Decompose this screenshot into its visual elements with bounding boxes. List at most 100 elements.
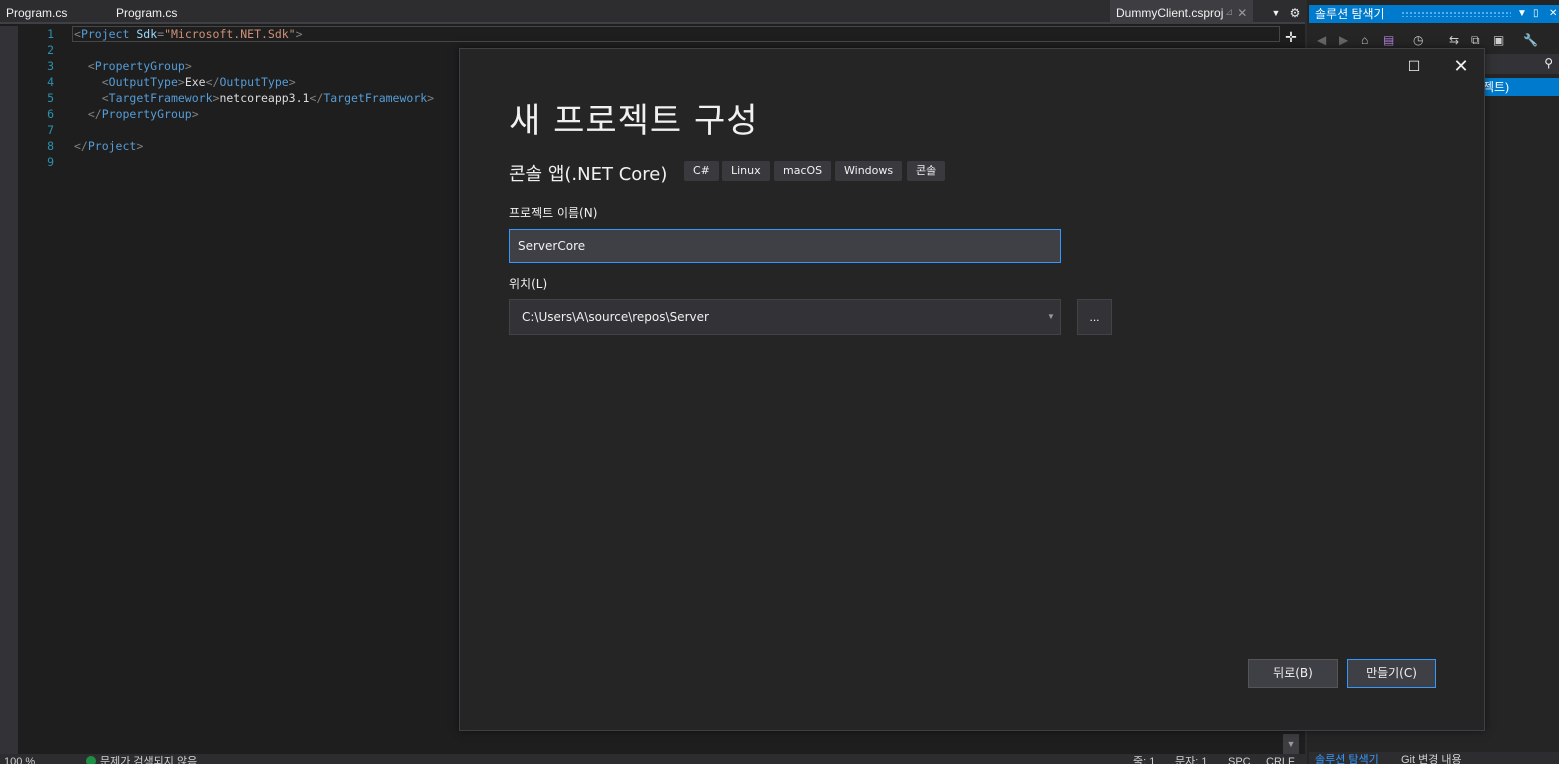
tab-solution-explorer[interactable]: 솔루션 탐색기 <box>1315 753 1379 764</box>
code-line[interactable]: 4 <OutputType>Exe</OutputType> <box>18 74 296 90</box>
browse-button[interactable]: ... <box>1077 299 1112 335</box>
code-token: > <box>184 59 192 73</box>
dialog-title: 새 프로젝트 구성 <box>509 101 759 141</box>
tab-program-cs-1[interactable]: Program.cs <box>0 0 73 24</box>
line-number: 2 <box>47 43 54 57</box>
code-line[interactable]: 8 </Project> <box>18 138 143 154</box>
code-line[interactable]: 7 <box>18 122 74 138</box>
code-token: PropertyGroup <box>101 107 192 121</box>
code-line[interactable]: 9 <box>18 154 74 170</box>
collapse-all-icon[interactable]: ⧉ <box>1471 32 1480 48</box>
wrench-icon[interactable]: 🔧 <box>1523 32 1538 48</box>
location-value: C:\Users\A\source\repos\Server <box>522 310 709 324</box>
code-token: TargetFramework <box>108 91 213 105</box>
code-token: </ <box>309 91 324 105</box>
tag-chip: Linux <box>722 161 770 181</box>
code-token: Project <box>87 139 137 153</box>
grip-pattern <box>1401 11 1511 17</box>
code-token: TargetFramework <box>323 91 428 105</box>
code-token: </ <box>205 75 220 89</box>
close-icon[interactable]: ✕ <box>1237 0 1247 26</box>
line-number: 8 <box>47 139 54 153</box>
tab-dummyclient-csproj[interactable]: DummyClient.csproj ⊿ ✕ <box>1110 0 1254 26</box>
pin-icon[interactable]: ▯ <box>1533 5 1539 23</box>
line-number: 3 <box>47 59 54 73</box>
project-name-input[interactable]: ServerCore <box>509 229 1061 263</box>
code-token: < <box>101 75 109 89</box>
search-icon[interactable]: ⚲ <box>1544 56 1553 70</box>
forward-icon[interactable]: ▶ <box>1339 32 1348 48</box>
location-combobox[interactable]: C:\Users\A\source\repos\Server ▼ <box>509 299 1061 335</box>
tag-chip: 콘솔 <box>907 161 946 181</box>
code-token: > <box>295 27 303 41</box>
back-icon[interactable]: ◀ <box>1317 32 1326 48</box>
tab-program-cs-2[interactable]: Program.cs <box>110 0 183 24</box>
whitespace-indicator[interactable]: SPC <box>1228 755 1251 764</box>
editor-status-bar: 100 % 문제가 검색되지 않음 줄: 1 문자: 1 SPC CRLF <box>0 754 1305 764</box>
line-indicator[interactable]: 줄: 1 <box>1133 755 1155 764</box>
issues-indicator[interactable]: 문제가 검색되지 않음 <box>86 755 197 764</box>
code-token: < <box>74 27 81 41</box>
tag-chip: Windows <box>835 161 903 181</box>
pin-icon[interactable]: ⊿ <box>1225 0 1233 26</box>
sync-icon[interactable]: ⇆ <box>1449 32 1459 48</box>
chevron-down-icon[interactable]: ▼ <box>1044 300 1058 334</box>
solution-explorer-titlebar[interactable]: 솔루션 탐색기 ▼ ▯ ✕ <box>1309 5 1559 23</box>
close-icon[interactable]: ✕ <box>1549 5 1557 23</box>
code-token: > <box>136 139 144 153</box>
code-token: "Microsoft.NET.Sdk" <box>164 27 296 41</box>
code-line[interactable]: 5 <TargetFramework>netcoreapp3.1</Target… <box>18 90 434 106</box>
tab-label: Program.cs <box>116 6 178 20</box>
code-token: netcoreapp3.1 <box>219 91 310 105</box>
split-editor-icon[interactable]: ✛ <box>1283 27 1299 47</box>
tree-item-label: 젝트) <box>1483 80 1510 94</box>
code-line[interactable]: 6 </PropertyGroup> <box>18 106 199 122</box>
close-icon[interactable]: ✕ <box>1453 57 1469 75</box>
code-token: </ <box>74 139 88 153</box>
code-line[interactable]: 2 <box>18 42 74 58</box>
location-label: 위치(L) <box>509 277 548 291</box>
code-token: Sdk <box>136 27 158 41</box>
pending-changes-filter-icon[interactable]: ◷ <box>1413 32 1423 48</box>
line-ending-indicator[interactable]: CRLF <box>1266 755 1295 764</box>
zoom-level[interactable]: 100 % <box>4 755 35 764</box>
project-name-value: ServerCore <box>518 239 586 253</box>
tab-label: DummyClient.csproj <box>1116 6 1224 20</box>
panel-bottom-tabs: 솔루션 탐색기 Git 변경 내용 <box>1309 752 1559 764</box>
line-number: 5 <box>47 91 54 105</box>
home-icon[interactable]: ⌂ <box>1361 32 1368 48</box>
create-button[interactable]: 만들기(C) <box>1347 659 1436 688</box>
code-token: OutputType <box>219 75 289 89</box>
back-button[interactable]: 뒤로(B) <box>1248 659 1338 688</box>
code-token: > <box>191 107 199 121</box>
gear-icon[interactable]: ⚙ <box>1287 0 1303 24</box>
tab-git-changes[interactable]: Git 변경 내용 <box>1401 753 1462 764</box>
code-token: Exe <box>184 75 206 89</box>
window-position-icon[interactable]: ▼ <box>1517 5 1527 23</box>
tab-label: Program.cs <box>6 6 68 20</box>
code-token: < <box>101 91 109 105</box>
maximize-icon[interactable]: ☐ <box>1406 58 1422 74</box>
line-number: 9 <box>47 155 54 169</box>
tab-list-dropdown-icon[interactable]: ▼ <box>1269 0 1283 24</box>
char-indicator[interactable]: 문자: 1 <box>1175 755 1207 764</box>
line-number: 7 <box>47 123 54 137</box>
configure-project-dialog: ☐ ✕ 새 프로젝트 구성 콘솔 앱(.NET Core) C# Linux m… <box>459 48 1485 731</box>
line-number: 6 <box>47 107 54 121</box>
code-token: > <box>177 75 185 89</box>
panel-title: 솔루션 탐색기 <box>1315 7 1385 21</box>
code-line[interactable]: 3 <PropertyGroup> <box>18 58 192 74</box>
code-token: PropertyGroup <box>94 59 185 73</box>
project-name-label: 프로젝트 이름(N) <box>509 206 598 220</box>
issues-text: 문제가 검색되지 않음 <box>100 756 198 764</box>
switch-views-icon[interactable]: ▤ <box>1383 32 1394 48</box>
code-line[interactable]: 1 <Project Sdk="Microsoft.NET.Sdk"> <box>18 26 303 42</box>
show-all-files-icon[interactable]: ▣ <box>1493 32 1504 48</box>
line-number: 1 <box>47 27 54 41</box>
scroll-down-icon[interactable]: ▼ <box>1283 734 1299 754</box>
editor-tab-bar: Program.cs Program.cs DummyClient.csproj… <box>0 0 1305 24</box>
check-icon <box>86 756 96 764</box>
